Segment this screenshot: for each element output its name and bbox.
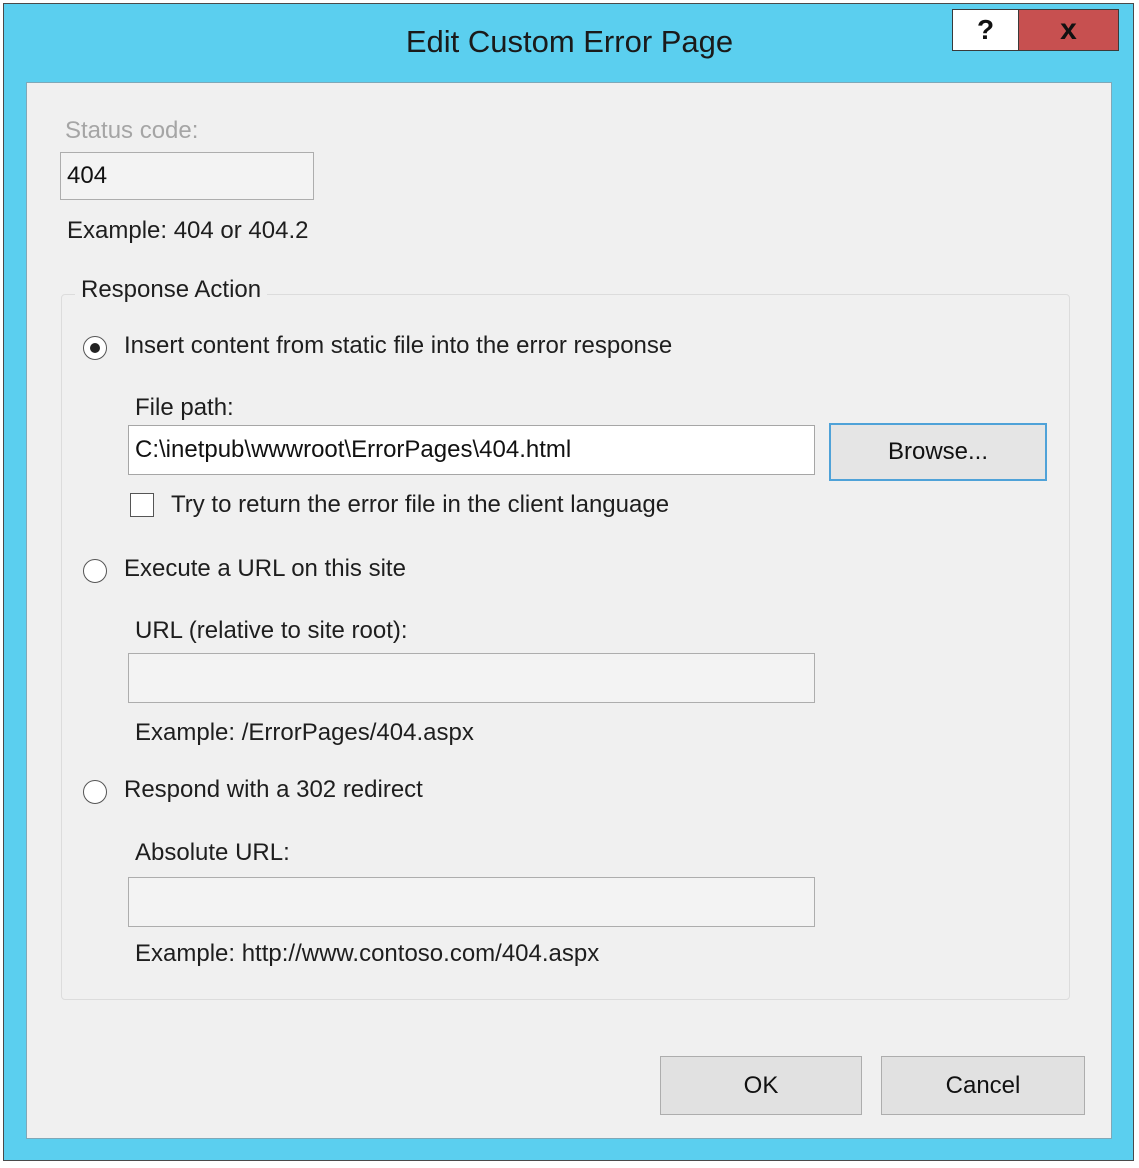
status-code-input[interactable]: 404 [60, 152, 314, 200]
status-code-example: Example: 404 or 404.2 [67, 217, 309, 244]
redirect-radio[interactable] [83, 780, 107, 804]
static-file-radio[interactable] [83, 336, 107, 360]
help-button[interactable]: ? [952, 9, 1019, 51]
url-example: Example: /ErrorPages/404.aspx [135, 719, 474, 746]
file-path-input[interactable]: C:\inetpub\wwwroot\ErrorPages\404.html [128, 425, 815, 475]
browse-button[interactable]: Browse... [829, 423, 1047, 481]
static-file-option-label[interactable]: Insert content from static file into the… [124, 332, 672, 360]
redirect-option-label[interactable]: Respond with a 302 redirect [124, 776, 423, 804]
url-input[interactable] [128, 653, 815, 703]
file-path-label: File path: [135, 394, 234, 421]
url-label: URL (relative to site root): [135, 617, 408, 644]
status-code-label: Status code: [65, 117, 199, 144]
close-button[interactable]: x [1018, 9, 1119, 51]
dialog-body: Status code: 404 Example: 404 or 404.2 R… [26, 82, 1112, 1139]
execute-url-option-label[interactable]: Execute a URL on this site [124, 555, 406, 583]
client-language-label[interactable]: Try to return the error file in the clie… [171, 491, 669, 519]
absolute-url-label: Absolute URL: [135, 839, 290, 866]
response-action-title: Response Action [75, 276, 268, 304]
client-language-checkbox[interactable] [130, 493, 154, 517]
dialog-window: Edit Custom Error Page ? x Status code: … [3, 3, 1134, 1161]
execute-url-radio[interactable] [83, 559, 107, 583]
absolute-url-input[interactable] [128, 877, 815, 927]
cancel-button[interactable]: Cancel [881, 1056, 1085, 1115]
ok-button[interactable]: OK [660, 1056, 862, 1115]
absolute-url-example: Example: http://www.contoso.com/404.aspx [135, 940, 600, 967]
